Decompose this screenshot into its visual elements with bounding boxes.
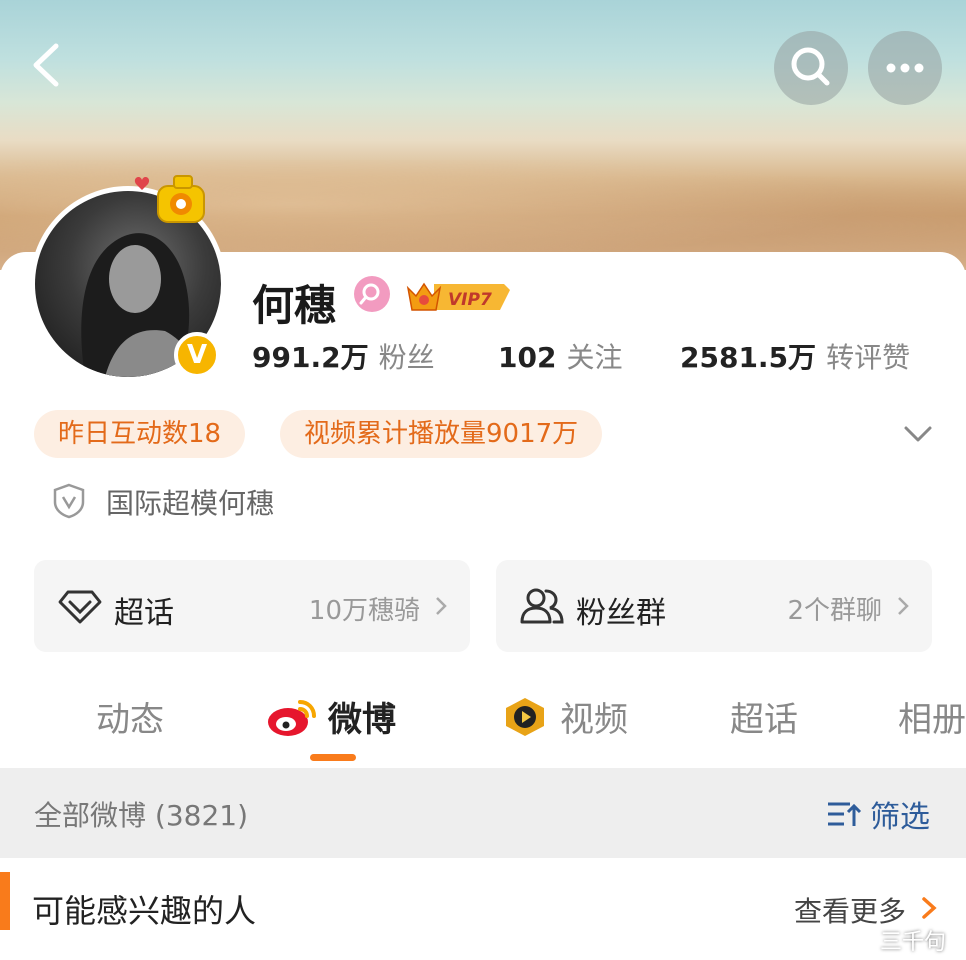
profile-name: 何穗 xyxy=(252,281,337,330)
chevron-right-icon[interactable] xyxy=(920,896,938,920)
supertopic-entry[interactable]: 超话 10万穗骑 xyxy=(34,560,470,652)
tab-video[interactable]: 视频 xyxy=(560,692,628,741)
more-icon xyxy=(886,63,924,73)
active-tab-indicator xyxy=(310,754,356,761)
chip-video-plays[interactable]: 视频累计播放量9017万 xyxy=(280,410,603,458)
more-button[interactable] xyxy=(868,31,942,105)
tab-supertopic[interactable]: 超话 xyxy=(730,692,798,741)
suggested-people-section: 可能感兴趣的人 查看更多 xyxy=(0,858,966,960)
supertopic-diamond-icon xyxy=(58,590,102,624)
vip-badge[interactable]: VIP7 xyxy=(404,276,512,316)
tab-album[interactable]: 相册 xyxy=(898,692,966,741)
vip-crown-icon: VIP7 xyxy=(406,282,510,311)
filter-icon xyxy=(828,802,862,826)
section-accent-bar xyxy=(0,872,10,930)
search-button[interactable] xyxy=(774,31,848,105)
back-icon[interactable] xyxy=(22,40,72,90)
filter-button[interactable]: 筛选 xyxy=(870,792,930,836)
chip-yesterday-interactions[interactable]: 昨日互动数18 xyxy=(34,410,246,458)
video-play-icon xyxy=(506,698,544,736)
stat-following[interactable]: 102 关注 xyxy=(498,336,622,376)
supertopic-label: 超话 xyxy=(114,596,174,631)
fan-group-icon xyxy=(520,588,564,624)
tab-dynamics[interactable]: 动态 xyxy=(96,692,164,741)
gender-female-icon xyxy=(354,276,390,312)
chevron-right-icon xyxy=(898,597,909,615)
tab-weibo[interactable]: 微博 xyxy=(328,692,396,741)
weibo-logo-icon xyxy=(268,700,316,736)
fan-group-entry[interactable]: 粉丝群 2个群聊 xyxy=(496,560,932,652)
total-posts-label: 全部微博 (3821) xyxy=(34,799,249,832)
profile-description: 国际超模何穗 xyxy=(106,487,275,520)
avatar-decoration-camera-icon xyxy=(134,175,205,223)
suggested-people-title: 可能感兴趣的人 xyxy=(32,892,257,930)
watermark: 三千句 xyxy=(880,930,947,955)
chevron-right-icon xyxy=(436,597,447,615)
shield-v-icon xyxy=(53,483,85,519)
stat-followers[interactable]: 991.2万 粉丝 xyxy=(252,336,435,376)
feed-header: 全部微博 (3821) 筛选 xyxy=(0,768,966,858)
fan-group-value: 2个群聊 xyxy=(787,596,882,626)
chevron-down-icon[interactable] xyxy=(900,418,936,448)
search-icon xyxy=(791,47,830,86)
fan-group-label: 粉丝群 xyxy=(576,596,666,631)
stat-reposts-comments-likes[interactable]: 2581.5万 转评赞 xyxy=(680,336,910,376)
svg-text:VIP7: VIP7 xyxy=(448,290,492,310)
supertopic-value: 10万穗骑 xyxy=(308,596,420,626)
verified-v-icon: V xyxy=(174,332,220,378)
